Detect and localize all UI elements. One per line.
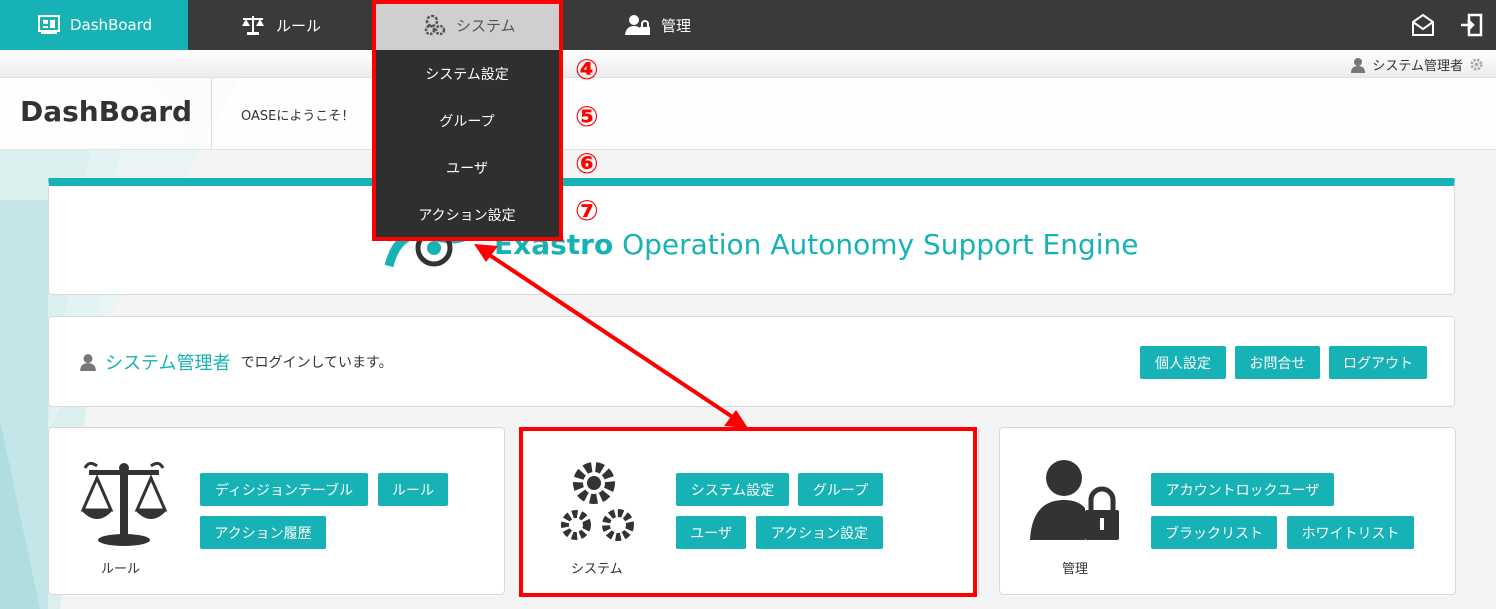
scale-icon: [242, 16, 264, 35]
login-status-panel: システム管理者 でログインしています。 個人設定 お問合せ ログアウト: [48, 316, 1455, 407]
login-status: システム管理者 でログインしています。: [79, 349, 393, 375]
dashboard-icon: [38, 15, 60, 34]
top-navigation: DashBoard ルール システム 管理: [0, 0, 1496, 50]
annotation-number-4: ④: [575, 53, 599, 86]
nav-dashboard-label: DashBoard: [70, 16, 153, 34]
rule-card: ルール ディシジョンテーブル ルール アクション履歴: [48, 427, 505, 595]
mail-icon[interactable]: [1411, 13, 1435, 41]
nav-rule[interactable]: ルール: [240, 0, 321, 50]
inquiry-button[interactable]: お問合せ: [1235, 346, 1320, 379]
admin-lock-icon: [625, 15, 650, 35]
banner-title: Exastro Operation Autonomy Support Engin…: [494, 228, 1139, 261]
blacklist-button[interactable]: ブラックリスト: [1151, 516, 1277, 549]
login-status-text: でログインしています。: [240, 355, 393, 371]
personal-settings-button[interactable]: 個人設定: [1140, 346, 1226, 379]
menu-item-user[interactable]: ユーザ: [374, 144, 560, 191]
nav-rule-label: ルール: [276, 16, 322, 35]
user-icon: [80, 354, 96, 371]
menu-item-system-settings[interactable]: システム設定: [374, 50, 560, 97]
system-dropdown-menu: システム設定 グループ ユーザ アクション設定: [374, 50, 560, 240]
system-settings-button[interactable]: システム設定: [676, 473, 789, 506]
rule-card-label: ルール: [101, 562, 141, 577]
group-button[interactable]: グループ: [798, 473, 883, 506]
account-lock-user-button[interactable]: アカウントロックユーザ: [1151, 473, 1334, 506]
user-button[interactable]: ユーザ: [676, 516, 746, 549]
whitelist-button[interactable]: ホワイトリスト: [1287, 516, 1414, 549]
gears-icon: [424, 14, 446, 36]
rule-button[interactable]: ルール: [378, 473, 448, 506]
user-icon: [1351, 57, 1366, 73]
login-user-name[interactable]: システム管理者: [105, 349, 230, 375]
banner-tagline: Operation Autonomy Support Engine: [613, 228, 1139, 261]
page-header: DashBoard OASEにようこそ！: [0, 78, 1496, 150]
header-user-name: システム管理者: [1372, 59, 1463, 74]
nav-admin-label: 管理: [661, 16, 692, 35]
action-settings-button[interactable]: アクション設定: [756, 516, 883, 549]
menu-item-group[interactable]: グループ: [374, 97, 560, 144]
scale-icon: [80, 461, 168, 546]
title-divider: [211, 78, 212, 150]
logout-button[interactable]: ログアウト: [1329, 346, 1427, 379]
admin-card-label: 管理: [1062, 562, 1089, 577]
admin-lock-icon: [1030, 460, 1119, 540]
annotation-number-6: ⑥: [575, 147, 599, 180]
system-card-label: システム: [571, 562, 623, 577]
gear-icon[interactable]: [1469, 57, 1484, 72]
nav-dashboard[interactable]: DashBoard: [0, 0, 188, 50]
nav-system[interactable]: システム: [374, 0, 560, 50]
nav-admin[interactable]: 管理: [625, 0, 691, 50]
page-title: DashBoard: [20, 95, 193, 128]
nav-system-label: システム: [456, 16, 516, 35]
welcome-message: OASEにようこそ！: [241, 109, 355, 124]
logout-icon[interactable]: [1459, 13, 1483, 41]
admin-card: 管理 アカウントロックユーザ ブラックリスト ホワイトリスト: [999, 427, 1456, 595]
action-history-button[interactable]: アクション履歴: [200, 516, 326, 549]
system-card: システム システム設定 グループ ユーザ アクション設定: [522, 427, 979, 595]
annotation-number-5: ⑤: [575, 100, 599, 133]
banner-panel: Exastro Operation Autonomy Support Engin…: [48, 178, 1455, 295]
annotation-number-7: ⑦: [575, 194, 599, 227]
decision-table-button[interactable]: ディシジョンテーブル: [200, 473, 368, 506]
menu-item-action-settings[interactable]: アクション設定: [374, 191, 560, 238]
subheader: システム管理者: [0, 50, 1496, 78]
header-user-info[interactable]: システム管理者: [1350, 55, 1484, 74]
gears-icon: [561, 462, 634, 541]
